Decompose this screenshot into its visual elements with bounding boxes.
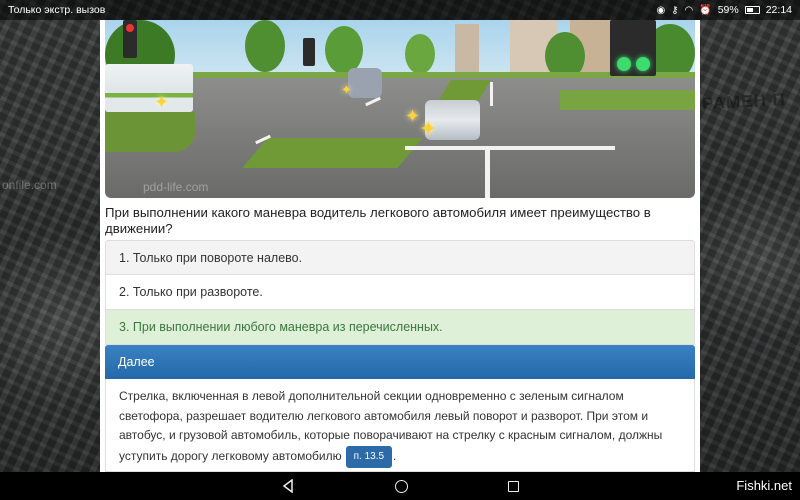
quiz-page[interactable]: ✦ ✦ ✦ ✦ pdd-life.com При выполнении како… [100,20,700,472]
key-icon: ⚷ [671,4,679,16]
scene-traffic-light [610,20,656,76]
scene-green-lamp [636,57,650,71]
scene-bus [105,64,193,112]
site-label: Fishki.net [736,478,792,493]
explanation-panel: Стрелка, включенная в левой дополнительн… [105,379,695,472]
battery-percent: 59% [717,4,739,16]
answer-option-1[interactable]: 1. Только при повороте налево. [105,240,695,275]
scene-green-arrow [617,57,631,71]
explanation-suffix: . [393,448,397,463]
background-watermark: onfile.com [2,178,57,192]
image-watermark: pdd-life.com [143,180,209,194]
eye-icon: ◉ [656,4,666,16]
scene-sparkle-icon: ✦ [405,106,421,126]
status-icons: ◉ ⚷ ◠ ⏰ 59% 22:14 [656,4,792,16]
status-bar: Только экстр. вызов ◉ ⚷ ◠ ⏰ 59% 22:14 [0,0,800,20]
next-button-label: Далее [118,355,155,369]
scene-lane-line [490,82,493,106]
scene-sparkle-icon: ✦ [341,82,352,97]
scene-sparkle-icon: ✦ [419,116,438,141]
scene-grass [560,90,695,110]
wifi-icon: ◠ [684,4,694,16]
carrier-status: Только экстр. вызов [8,4,106,16]
question-text: При выполнении какого маневра водитель л… [105,205,651,236]
scene-tree [405,34,435,74]
alarm-icon: ⏰ [699,4,712,16]
scene-sparkle-icon: ✦ [154,92,170,112]
rule-reference-badge[interactable]: п. 13.5 [345,445,393,468]
scene-building [455,24,479,76]
answer-list: 1. Только при повороте налево. 2. Только… [105,240,695,345]
scene-stop-line [405,146,615,150]
back-icon[interactable] [281,479,295,493]
battery-icon [744,6,760,14]
next-button[interactable]: Далее [105,345,695,379]
battery-level [746,8,754,12]
home-icon[interactable] [395,479,408,493]
answer-option-2[interactable]: 2. Только при развороте. [105,275,695,310]
scene-van [348,68,382,98]
recent-apps-icon[interactable] [508,480,519,492]
scene-traffic-light [303,38,315,66]
scene-red-lamp [126,24,134,32]
scene-median [105,112,195,152]
scene-tree [245,20,285,72]
scene-tree [325,26,363,74]
scene-median [242,138,423,168]
scene-lane-line [485,146,490,198]
clock: 22:14 [765,4,792,16]
navigation-bar [0,472,800,500]
answer-option-3[interactable]: 3. При выполнении любого маневра из пере… [105,310,695,345]
question-image: ✦ ✦ ✦ ✦ pdd-life.com [105,20,695,198]
